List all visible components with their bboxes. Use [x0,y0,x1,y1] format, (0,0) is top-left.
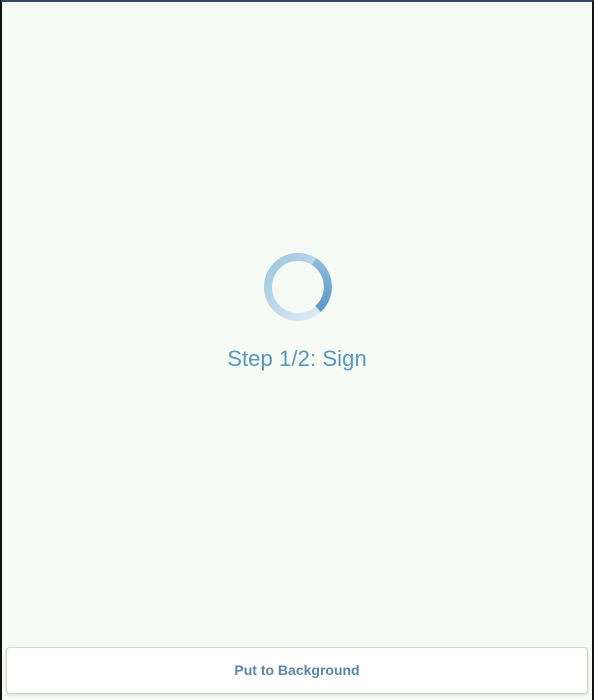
put-to-background-button[interactable]: Put to Background [6,647,588,694]
step-status-text: Step 1/2: Sign [227,346,367,371]
footer-bar: Put to Background [2,644,592,700]
app-window: Step 1/2: Sign Put to Background [0,0,594,700]
progress-panel: Step 1/2: Sign [2,2,592,644]
loading-spinner-icon [262,251,334,323]
